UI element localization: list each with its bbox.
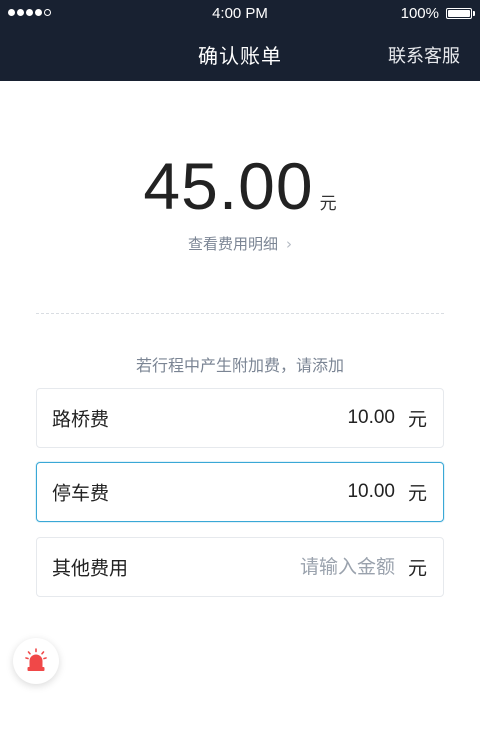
contact-support-button[interactable]: 联系客服 bbox=[388, 42, 460, 68]
parking-fee-value[interactable]: 10.00 bbox=[235, 481, 395, 503]
fee-label: 路桥费 bbox=[52, 408, 110, 431]
toll-fee-value[interactable]: 10.00 bbox=[235, 407, 395, 429]
battery-icon bbox=[446, 8, 472, 19]
top-header: 4:00 PM 100% 确认账单 联系客服 bbox=[0, 0, 480, 81]
fee-detail-label: 查看费用明细 bbox=[187, 235, 278, 253]
bill-amount-block: 45.00 元 bbox=[0, 148, 480, 224]
fee-detail-link[interactable]: 查看费用明细 › bbox=[0, 233, 480, 254]
bill-amount-unit: 元 bbox=[319, 194, 337, 214]
extra-fee-hint: 若行程中产生附加费，请添加 bbox=[135, 356, 344, 375]
fee-unit: 元 bbox=[407, 482, 427, 505]
chevron-right-icon: › bbox=[286, 235, 292, 253]
status-bar: 4:00 PM 100% bbox=[0, 0, 480, 26]
dashed-divider bbox=[36, 313, 444, 314]
sos-alarm-button[interactable] bbox=[13, 638, 59, 684]
fee-label: 其他费用 bbox=[52, 557, 129, 580]
other-fee-input[interactable] bbox=[235, 556, 395, 578]
battery-tip bbox=[473, 11, 475, 16]
fee-row-parking[interactable]: 停车费 10.00 元 bbox=[36, 462, 444, 522]
fee-unit: 元 bbox=[407, 408, 427, 431]
fee-row-toll[interactable]: 路桥费 10.00 元 bbox=[36, 388, 444, 448]
fee-row-other[interactable]: 其他费用 元 bbox=[36, 537, 444, 597]
fee-unit: 元 bbox=[407, 557, 427, 580]
bill-amount: 45.00 bbox=[143, 149, 314, 223]
fee-label: 停车费 bbox=[52, 482, 110, 505]
battery-percent: 100% bbox=[400, 5, 439, 22]
alarm-siren-icon bbox=[25, 648, 47, 671]
